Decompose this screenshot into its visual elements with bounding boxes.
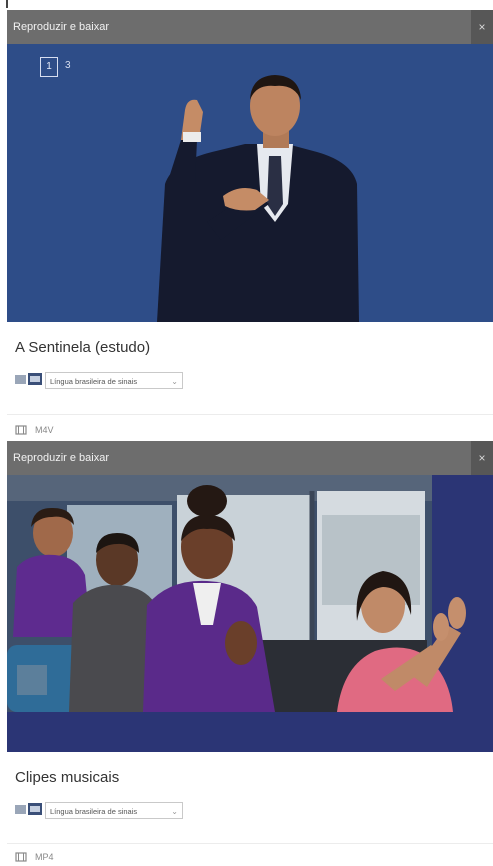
format-label: M4V (35, 425, 54, 435)
film-icon (15, 425, 27, 435)
language-select[interactable]: Língua brasileira de sinais ⌄ (45, 802, 183, 819)
video-info: Clipes musicais Língua brasileira de sin… (7, 752, 493, 863)
video-info: A Sentinela (estudo) Língua brasileira d… (7, 322, 493, 437)
language-select-value: Língua brasileira de sinais (50, 377, 138, 386)
close-button[interactable]: × (471, 10, 493, 44)
chevron-down-icon: ⌄ (171, 377, 178, 386)
language-select[interactable]: Língua brasileira de sinais ⌄ (45, 372, 183, 389)
sign-language-icon (15, 373, 42, 385)
page-next-button[interactable]: 3 (65, 60, 71, 71)
video-card-2: Reproduzir e baixar × Clipes musicais Lí… (7, 441, 493, 863)
video-header-bar: Reproduzir e baixar × (7, 10, 493, 44)
video-player[interactable]: 1 3 (7, 44, 493, 322)
video-frame (7, 475, 493, 752)
page-one-button[interactable]: 1 (40, 57, 58, 77)
video-title: A Sentinela (estudo) (15, 339, 151, 356)
video-card-1: Reproduzir e baixar × 1 3 A Sentinela (e… (7, 10, 493, 437)
format-label: MP4 (35, 852, 54, 862)
close-button[interactable]: × (471, 441, 493, 475)
language-select-value: Língua brasileira de sinais (50, 807, 138, 816)
video-header-bar: Reproduzir e baixar × (7, 441, 493, 475)
video-player[interactable] (7, 475, 493, 752)
header-label: Reproduzir e baixar (13, 452, 109, 464)
divider (7, 843, 493, 844)
top-edge-mark (6, 0, 8, 8)
film-icon (15, 852, 27, 862)
video-title: Clipes musicais (15, 769, 120, 786)
chevron-down-icon: ⌄ (171, 807, 178, 816)
header-label: Reproduzir e baixar (13, 21, 109, 33)
video-frame (7, 44, 493, 322)
divider (7, 414, 493, 415)
sign-language-icon (15, 803, 42, 815)
